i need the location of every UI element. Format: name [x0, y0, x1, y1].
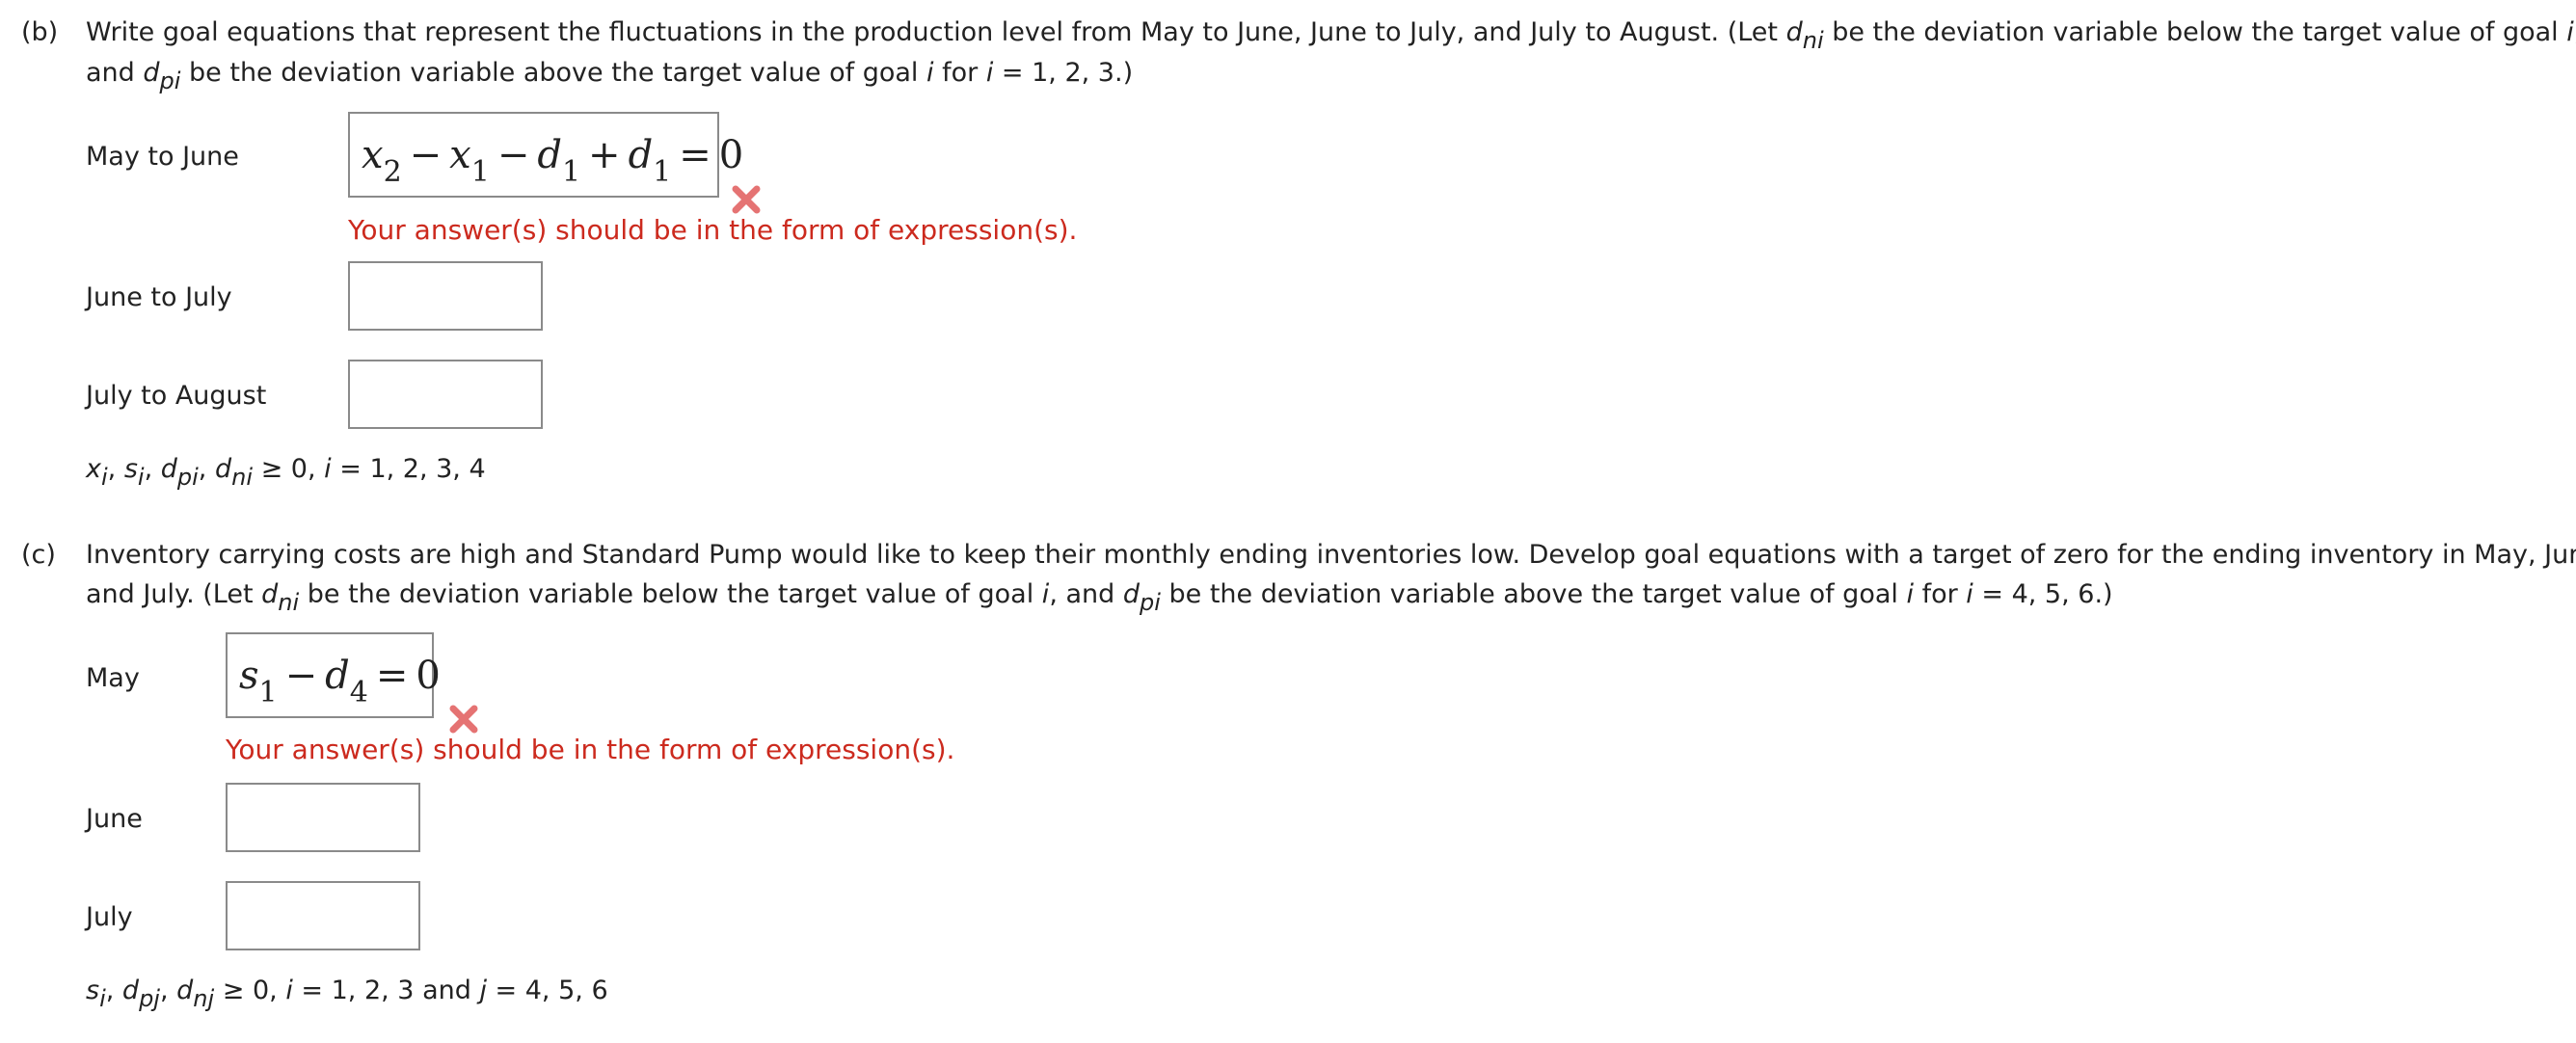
text-segment: for	[933, 58, 986, 88]
math-operator: −	[409, 133, 443, 177]
part-c-marker: (c)	[21, 540, 56, 570]
text-segment: = 1, 2, 3 and	[292, 976, 480, 1005]
text-segment: ≥ 0,	[253, 454, 325, 484]
error-message-may: Your answer(s) should be in the form of …	[226, 734, 955, 765]
var-i: i	[2566, 17, 2574, 47]
math-operator: −	[284, 654, 318, 698]
subscript-nj: nj	[193, 985, 215, 1012]
subscript-i: i	[137, 464, 145, 491]
var-i: i	[1906, 579, 1914, 609]
math-subscript: 1	[470, 155, 490, 189]
subscript-pj: pj	[139, 985, 160, 1012]
math-term: d	[628, 133, 654, 177]
text-segment: = 1, 2, 3, 4	[331, 454, 486, 484]
row-label-may-to-june: May to June	[86, 142, 239, 172]
text-segment: = 4, 5, 6	[486, 976, 608, 1005]
part-b-question-line2: and dpi be the deviation variable above …	[86, 54, 1134, 94]
part-b-question-line1: Write goal equations that represent the …	[86, 13, 2576, 54]
var-i: i	[926, 58, 934, 88]
text-segment: be the deviation variable below the targ…	[299, 579, 1042, 609]
row-label-june-to-july: June to July	[86, 282, 232, 312]
text-segment: ,	[105, 976, 122, 1005]
var-d: d	[121, 976, 140, 1005]
var-d: d	[214, 454, 232, 484]
math-subscript: 2	[383, 155, 402, 189]
text-segment: = 1, 2, 3.)	[993, 58, 1134, 88]
var-i: i	[285, 976, 293, 1005]
math-term: 0	[718, 133, 744, 177]
text-segment: for	[1913, 579, 1967, 609]
math-subscript: 4	[349, 676, 368, 709]
var-i: i	[324, 454, 332, 484]
answer-input-july[interactable]	[226, 881, 420, 950]
text-segment: ,	[107, 454, 124, 484]
text-segment: and	[86, 58, 144, 88]
subscript-pi: pi	[159, 67, 181, 94]
var-d: d	[143, 58, 160, 88]
subscript-pi: pi	[1140, 589, 1161, 616]
text-segment: and July. (Let	[86, 579, 262, 609]
subscript-pi: pi	[176, 464, 199, 491]
answer-input-july-to-august[interactable]	[348, 360, 543, 429]
subscript-ni: ni	[231, 464, 253, 491]
row-label-may: May	[86, 663, 140, 693]
var-d: d	[160, 454, 177, 484]
math-term: d	[537, 133, 562, 177]
part-b-marker: (b)	[21, 17, 59, 47]
subscript-i: i	[100, 464, 108, 491]
text-segment: ,	[144, 454, 161, 484]
var-j: j	[479, 976, 487, 1005]
math-term: s	[239, 654, 259, 698]
part-c-question-line2: and July. (Let dni be the deviation vari…	[86, 575, 2113, 616]
math-operator: −	[496, 133, 530, 177]
text-segment: ,	[159, 976, 177, 1005]
text-segment: be the deviation variable above the targ…	[180, 58, 926, 88]
error-message-may-to-june: Your answer(s) should be in the form of …	[348, 214, 1078, 246]
answer-input-june-to-july[interactable]	[348, 261, 543, 331]
text-segment: ≥ 0,	[214, 976, 286, 1005]
var-d: d	[1785, 17, 1803, 47]
row-label-july-to-august: July to August	[86, 381, 267, 411]
nonnegativity-constraint-b: xi, si, dpi, dni ≥ 0, i = 1, 2, 3, 4	[86, 450, 486, 491]
answer-box-may-to-june[interactable]: x2− x1− d1 + d1 = 0	[348, 112, 743, 198]
text-segment: , and	[1049, 579, 1123, 609]
math-subscript: 1	[653, 155, 672, 189]
var-s: s	[123, 454, 138, 484]
answer-input-june[interactable]	[226, 783, 420, 852]
math-term: x	[362, 133, 384, 177]
math-subscript: 1	[258, 676, 278, 709]
part-c-question-line1: Inventory carrying costs are high and St…	[86, 540, 2576, 570]
text-segment: ,	[198, 454, 215, 484]
subscript-i: i	[99, 985, 106, 1012]
text-segment: be the deviation variable below the targ…	[1823, 17, 2567, 47]
text-segment: Write goal equations that represent the …	[86, 17, 1786, 47]
row-label-july: July	[86, 902, 133, 932]
answer-box-may[interactable]: s1− d4 = 0	[226, 632, 441, 718]
var-d: d	[176, 976, 194, 1005]
math-operator: =	[375, 654, 409, 698]
var-s: s	[86, 976, 100, 1005]
var-d: d	[261, 579, 279, 609]
text-segment: = 4, 5, 6.)	[1972, 579, 2113, 609]
text-segment: be the deviation variable above the targ…	[1160, 579, 1907, 609]
var-x: x	[86, 454, 101, 484]
var-i: i	[1966, 579, 1973, 609]
row-label-june: June	[86, 804, 143, 834]
nonnegativity-constraint-c: si, dpj, dnj ≥ 0, i = 1, 2, 3 and j = 4,…	[86, 972, 608, 1012]
subscript-ni: ni	[278, 589, 300, 616]
subscript-ni: ni	[1802, 27, 1824, 54]
math-subscript: 1	[561, 155, 581, 189]
math-term: 0	[416, 654, 441, 698]
math-operator: +	[588, 133, 621, 177]
var-d: d	[1122, 579, 1140, 609]
math-operator: =	[679, 133, 711, 177]
math-term: d	[325, 654, 350, 698]
math-term: x	[449, 133, 471, 177]
